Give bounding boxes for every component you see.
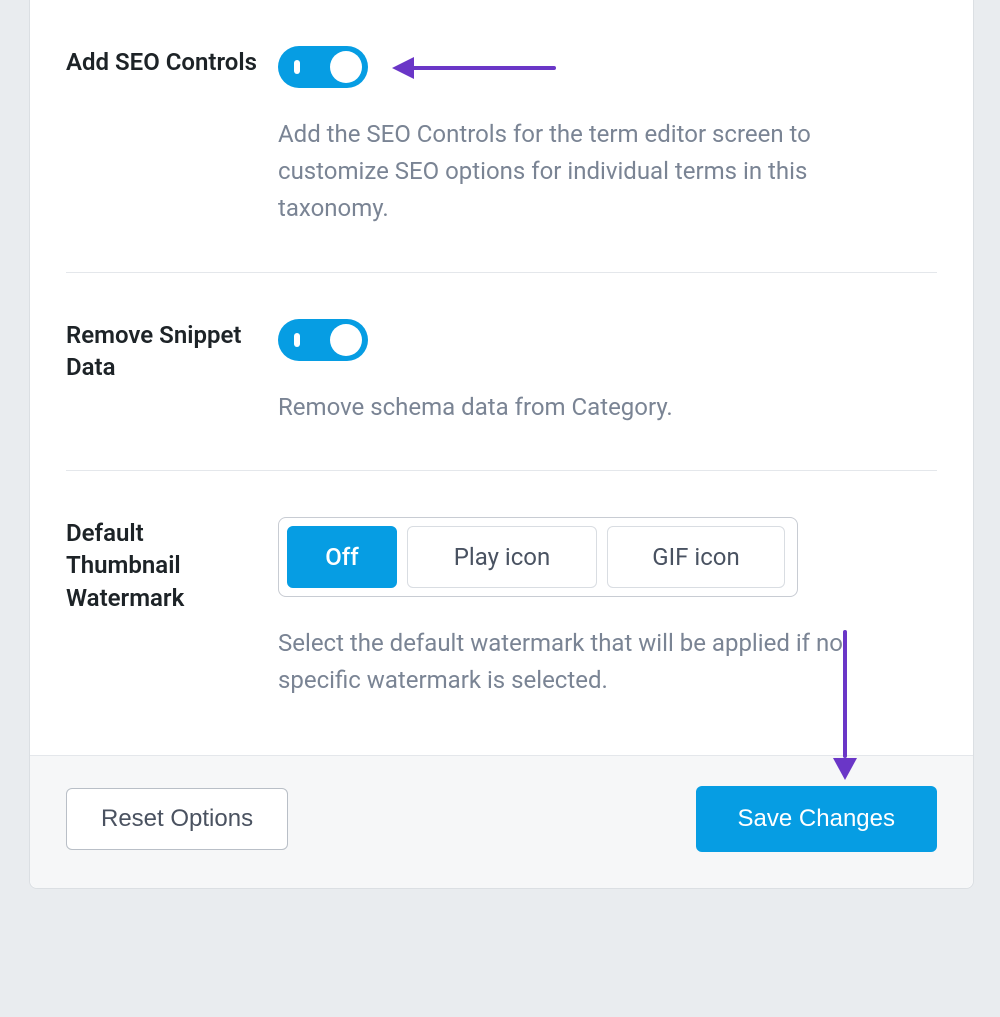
segmented-watermark: Off Play icon GIF icon: [278, 517, 798, 597]
setting-desc-add-seo: Add the SEO Controls for the term editor…: [278, 116, 878, 228]
toggle-remove-snippet[interactable]: [278, 319, 368, 361]
annotation-arrow-toggle: [392, 62, 556, 76]
reset-button[interactable]: Reset Options: [66, 788, 288, 850]
setting-desc-watermark: Select the default watermark that will b…: [278, 625, 878, 699]
setting-label-add-seo: Add SEO Controls: [66, 46, 258, 78]
watermark-option-gif[interactable]: GIF icon: [607, 526, 785, 588]
watermark-option-play[interactable]: Play icon: [407, 526, 597, 588]
setting-row-remove-snippet: Remove Snippet Data Remove schema data f…: [66, 273, 937, 471]
settings-panel: Add SEO Controls Add the SEO Controls fo…: [29, 0, 974, 889]
setting-label-watermark: Default Thumbnail Watermark: [66, 517, 258, 614]
panel-footer: Reset Options Save Changes: [30, 755, 973, 888]
save-button[interactable]: Save Changes: [696, 786, 937, 852]
setting-row-add-seo: Add SEO Controls Add the SEO Controls fo…: [66, 0, 937, 273]
setting-label-remove-snippet: Remove Snippet Data: [66, 319, 258, 384]
setting-desc-remove-snippet: Remove schema data from Category.: [278, 389, 878, 426]
watermark-option-off[interactable]: Off: [287, 526, 397, 588]
setting-row-watermark: Default Thumbnail Watermark Off Play ico…: [66, 471, 937, 755]
toggle-add-seo[interactable]: [278, 46, 368, 88]
